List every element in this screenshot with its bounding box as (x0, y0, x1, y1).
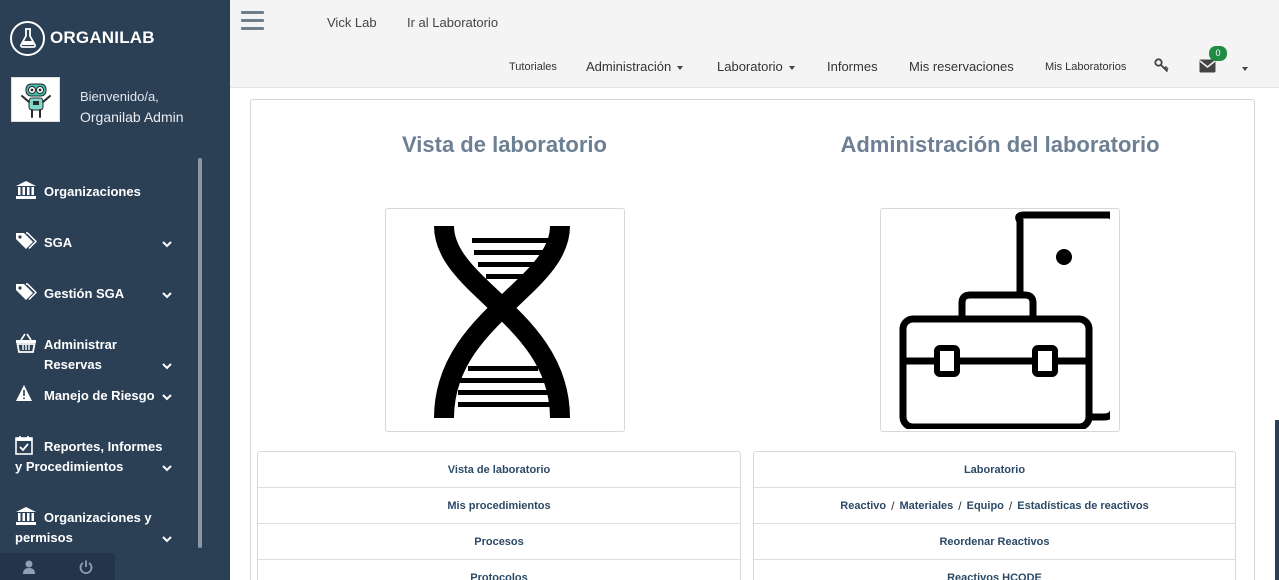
nav-tutoriales[interactable]: Tutoriales (509, 61, 557, 73)
user-name: Organilab Admin (80, 109, 184, 125)
sidebar-item-organizaciones-permisos[interactable]: Organizaciones y permisos (15, 507, 175, 548)
lab-admin-title: Administración del laboratorio (840, 132, 1160, 157)
lab-view-title: Vista de laboratorio (402, 132, 607, 157)
hamburger-menu-icon[interactable] (241, 11, 264, 33)
user-welcome: Bienvenido/a, (80, 89, 159, 104)
list-item: Reactivo / Materiales / Equipo / Estadís… (754, 488, 1235, 524)
sidebar-scrollbar[interactable] (198, 158, 202, 548)
separator: / (891, 498, 895, 513)
topbar: Vick Lab Ir al Laboratorio Tutoriales Ad… (230, 0, 1279, 88)
lab-name-link[interactable]: Vick Lab (327, 15, 377, 30)
sidebar-item-label: Organizaciones y permisos (15, 510, 152, 545)
go-to-lab-link[interactable]: Ir al Laboratorio (407, 15, 498, 30)
tags-icon (15, 231, 38, 251)
envelope-icon[interactable] (1199, 59, 1216, 78)
sidebar-item-organizaciones[interactable]: Organizaciones (15, 180, 175, 202)
caret-down-icon (677, 65, 684, 70)
sidebar-item-label: Manejo de Riesgo (44, 388, 155, 403)
user-icon[interactable] (0, 553, 57, 580)
lab-admin-image[interactable] (880, 208, 1120, 432)
list-item[interactable]: Protocolos (258, 560, 740, 580)
messages-count-badge: 0 (1209, 46, 1227, 61)
list-item[interactable]: Mis procedimientos (258, 488, 740, 524)
sidebar: ORGANILAB Bienvenido/a, Organilab Admin (0, 0, 230, 580)
sidebar-item-manejo-de-riesgo[interactable]: Manejo de Riesgo (15, 384, 175, 406)
list-item[interactable]: Reordenar Reactivos (754, 524, 1235, 560)
nav-laboratorio-label: Laboratorio (717, 59, 783, 74)
list-item[interactable]: Laboratorio (754, 452, 1235, 488)
nav-mis-reservaciones[interactable]: Mis reservaciones (909, 59, 1014, 74)
separator: / (958, 498, 962, 513)
sidebar-item-gestion-sga[interactable]: Gestión SGA (15, 282, 175, 304)
nav-administracion[interactable]: Administración (586, 59, 684, 74)
list-item[interactable]: Procesos (258, 524, 740, 560)
warning-icon (15, 384, 37, 404)
sidebar-item-label: Organizaciones (44, 184, 141, 199)
sidebar-item-label: SGA (44, 235, 73, 250)
nav-informes[interactable]: Informes (827, 59, 878, 74)
dna-icon (434, 224, 570, 418)
estadisticas-link[interactable]: Estadísticas de reactivos (1017, 500, 1148, 512)
flask-icon (10, 20, 45, 56)
materiales-link[interactable]: Materiales (899, 500, 953, 512)
sidebar-item-administrar-reservas[interactable]: Administrar Reservas (15, 333, 175, 375)
reactivo-link[interactable]: Reactivo (840, 500, 886, 512)
brand[interactable]: ORGANILAB (10, 20, 155, 56)
caret-down-icon (788, 65, 795, 70)
avatar (11, 77, 60, 122)
sidebar-item-label: Administrar Reservas (44, 337, 117, 372)
chevron-down-icon (162, 390, 172, 401)
sidebar-item-label: Reportes, Informes y Procedimientos (15, 439, 163, 474)
separator: / (1008, 498, 1013, 513)
chevron-down-icon (162, 461, 172, 472)
brand-name: ORGANILAB (50, 28, 155, 47)
power-icon[interactable] (57, 553, 114, 580)
bank-icon (15, 180, 37, 200)
list-item[interactable]: Vista de laboratorio (258, 452, 740, 488)
sidebar-footer (0, 553, 115, 580)
caret-down-icon[interactable] (1239, 60, 1248, 78)
key-icon[interactable] (1154, 58, 1169, 78)
user-panel: Bienvenido/a, Organilab Admin (11, 77, 184, 125)
list-item[interactable]: Reactivos HCODE (754, 560, 1235, 580)
toolbox-icon (899, 211, 1110, 429)
tags-icon (15, 282, 38, 302)
nav-mis-laboratorios[interactable]: Mis Laboratorios (1045, 61, 1126, 73)
lab-view-links: Vista de laboratorio Mis procedimientos … (257, 451, 741, 580)
sidebar-item-reportes[interactable]: Reportes, Informes y Procedimientos (15, 436, 175, 477)
scroll-edge (1275, 420, 1279, 580)
basket-icon (15, 333, 37, 353)
sidebar-item-label: Gestión SGA (44, 286, 125, 301)
lab-view-image[interactable] (385, 208, 625, 432)
chevron-down-icon (162, 359, 172, 370)
chevron-down-icon (162, 237, 172, 248)
nav-administracion-label: Administración (586, 59, 672, 74)
chevron-down-icon (162, 532, 172, 543)
chevron-down-icon (162, 288, 172, 299)
sidebar-item-sga[interactable]: SGA (15, 231, 175, 253)
equipo-link[interactable]: Equipo (967, 500, 1004, 512)
lab-admin-links: Laboratorio Reactivo / Materiales / Equi… (753, 451, 1236, 580)
nav-laboratorio[interactable]: Laboratorio (717, 59, 795, 74)
